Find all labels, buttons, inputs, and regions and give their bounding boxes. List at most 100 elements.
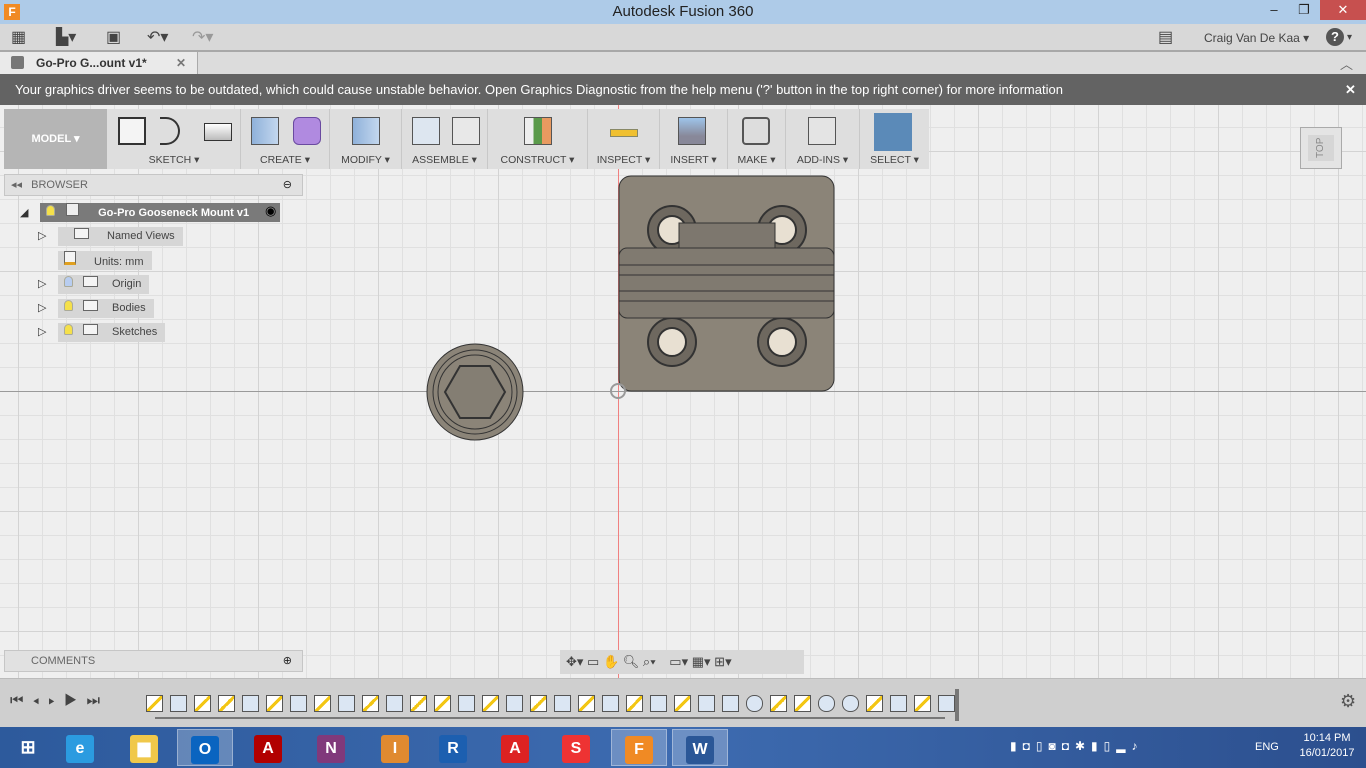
taskbar-acrobat[interactable]: A	[240, 729, 296, 766]
measure-icon[interactable]	[610, 129, 638, 137]
create-menu-label[interactable]: CREATE ▾	[241, 154, 329, 166]
close-window-button[interactable]: ✕	[1320, 0, 1366, 20]
timeline-coil-icon[interactable]	[818, 695, 835, 712]
viewcube[interactable]: TOP	[1300, 127, 1342, 169]
taskbar-file-explorer[interactable]: ▆	[116, 729, 172, 766]
timeline-sketch-icon[interactable]	[434, 695, 451, 712]
timeline-extrude-icon[interactable]	[650, 695, 667, 712]
modify-group[interactable]: MODIFY ▾	[330, 109, 402, 169]
workspace-switcher[interactable]: MODEL ▾	[4, 109, 107, 169]
close-tab-icon[interactable]: ✕	[176, 52, 186, 74]
timeline-sketch-icon[interactable]	[770, 695, 787, 712]
visibility-bulb-icon[interactable]	[46, 205, 55, 216]
visibility-bulb-icon[interactable]	[64, 276, 73, 287]
help-dropdown-icon[interactable]: ▾	[1347, 28, 1352, 48]
offset-plane-icon[interactable]	[524, 117, 552, 145]
visibility-bulb-icon[interactable]	[64, 300, 73, 311]
notifications-icon[interactable]: ▤	[1158, 28, 1173, 48]
taskbar-outlook[interactable]: O	[177, 729, 233, 766]
taskbar-revit[interactable]: R	[425, 729, 481, 766]
pan-icon[interactable]: ✋	[603, 654, 619, 669]
timeline-playback-controls[interactable]: ⏮◂▸▶⏭	[10, 692, 109, 709]
form-icon[interactable]	[293, 117, 321, 145]
timeline-sketch-icon[interactable]	[314, 695, 331, 712]
timeline-extrude-icon[interactable]	[890, 695, 907, 712]
activate-radio-icon[interactable]: ◉	[265, 203, 276, 219]
press-pull-icon[interactable]	[352, 117, 380, 145]
construct-group[interactable]: CONSTRUCT ▾	[488, 109, 588, 169]
expand-triangle-icon[interactable]: ▷	[38, 301, 46, 314]
visibility-bulb-icon[interactable]	[64, 324, 73, 335]
make-group[interactable]: MAKE ▾	[728, 109, 786, 169]
zoom-icon[interactable]: 🔍︎	[623, 654, 640, 669]
timeline-sketch-icon[interactable]	[362, 695, 379, 712]
timeline-sketch-icon[interactable]	[794, 695, 811, 712]
create-sketch-icon[interactable]	[118, 117, 146, 145]
assemble-group[interactable]: ASSEMBLE ▾	[402, 109, 488, 169]
timeline-sketch-icon[interactable]	[626, 695, 643, 712]
save-icon[interactable]: ▣	[106, 28, 121, 48]
document-tab[interactable]: Go-Pro G...ount v1* ✕	[0, 52, 198, 74]
language-indicator[interactable]: ENG	[1255, 741, 1279, 753]
taskbar-internet-explorer[interactable]: e	[52, 729, 108, 766]
add-ins-group[interactable]: ADD-INS ▾	[786, 109, 860, 169]
new-component-icon[interactable]	[412, 117, 440, 145]
timeline-sketch-icon[interactable]	[482, 695, 499, 712]
expand-triangle-icon[interactable]: ▷	[38, 229, 46, 242]
timeline-sketch-icon[interactable]	[194, 695, 211, 712]
inspect-menu-label[interactable]: INSPECT ▾	[588, 154, 659, 166]
3d-print-icon[interactable]	[742, 117, 770, 145]
taskbar-inventor[interactable]: I	[367, 729, 423, 766]
timeline-sketch-icon[interactable]	[146, 695, 163, 712]
timeline-extrude-icon[interactable]	[506, 695, 523, 712]
timeline-sketch-icon[interactable]	[410, 695, 427, 712]
timeline-sketch-icon[interactable]	[530, 695, 547, 712]
taskbar-onenote[interactable]: N	[303, 729, 359, 766]
timeline-sketch-icon[interactable]	[218, 695, 235, 712]
add-ins-menu-label[interactable]: ADD-INS ▾	[786, 154, 859, 166]
timeline-extrude-icon[interactable]	[698, 695, 715, 712]
nut-body[interactable]	[426, 343, 524, 441]
timeline-sketch-icon[interactable]	[578, 695, 595, 712]
rectangle-icon[interactable]	[204, 123, 232, 141]
viewcube-top-face[interactable]: TOP	[1308, 135, 1334, 161]
insert-menu-label[interactable]: INSERT ▾	[660, 154, 727, 166]
taskbar-word[interactable]: W	[672, 729, 728, 766]
taskbar-autocad[interactable]: A	[487, 729, 543, 766]
make-menu-label[interactable]: MAKE ▾	[728, 154, 785, 166]
timeline-sketch-icon[interactable]	[914, 695, 931, 712]
timeline-sketch-icon[interactable]	[266, 695, 283, 712]
orbit-icon[interactable]: ✥▾	[566, 654, 583, 669]
timeline-extrude-icon[interactable]	[938, 695, 955, 712]
taskbar-fusion-360[interactable]: F	[611, 729, 667, 766]
restore-button[interactable]: ❐	[1290, 0, 1318, 20]
browser-root-row[interactable]: ◢ Go-Pro Gooseneck Mount v1 ◉	[20, 203, 280, 222]
arc-icon[interactable]	[160, 117, 180, 145]
create-group[interactable]: CREATE ▾	[241, 109, 330, 169]
add-comment-icon[interactable]: ⊕	[283, 651, 292, 671]
expand-triangle-icon[interactable]: ▷	[38, 277, 46, 290]
scripts-addins-icon[interactable]	[808, 117, 836, 145]
timeline-marker[interactable]	[955, 689, 959, 721]
expand-triangle-icon[interactable]: ▷	[38, 325, 46, 338]
collapse-triangle-icon[interactable]: ◢	[20, 207, 28, 219]
display-settings-icon[interactable]: ▭▾	[669, 654, 688, 669]
timeline-extrude-icon[interactable]	[242, 695, 259, 712]
minimize-button[interactable]: ‒	[1260, 0, 1288, 20]
help-icon[interactable]: ?	[1326, 28, 1344, 46]
timeline-sketch-icon[interactable]	[674, 695, 691, 712]
joint-icon[interactable]	[452, 117, 480, 145]
select-menu-label[interactable]: SELECT ▾	[860, 154, 929, 166]
sketch-menu-label[interactable]: SKETCH ▾	[108, 154, 240, 166]
clock[interactable]: 10:14 PM 16/01/2017	[1296, 732, 1358, 759]
sketch-group[interactable]: SKETCH ▾	[108, 109, 241, 169]
browser-panel-header[interactable]: ◂◂ BROWSER ⊖	[4, 174, 303, 196]
fit-icon[interactable]: ⌕▾	[643, 654, 656, 669]
timeline-extrude-icon[interactable]	[386, 695, 403, 712]
start-button[interactable]: ⊞	[0, 729, 56, 766]
construct-menu-label[interactable]: CONSTRUCT ▾	[488, 154, 587, 166]
timeline-revolve-icon[interactable]	[746, 695, 763, 712]
insert-image-icon[interactable]	[678, 117, 706, 145]
undo-icon[interactable]: ↶▾	[147, 28, 168, 48]
system-tray-icons[interactable]: ▮◘▯◙◘✱▮▯▂♪	[1010, 739, 1143, 753]
